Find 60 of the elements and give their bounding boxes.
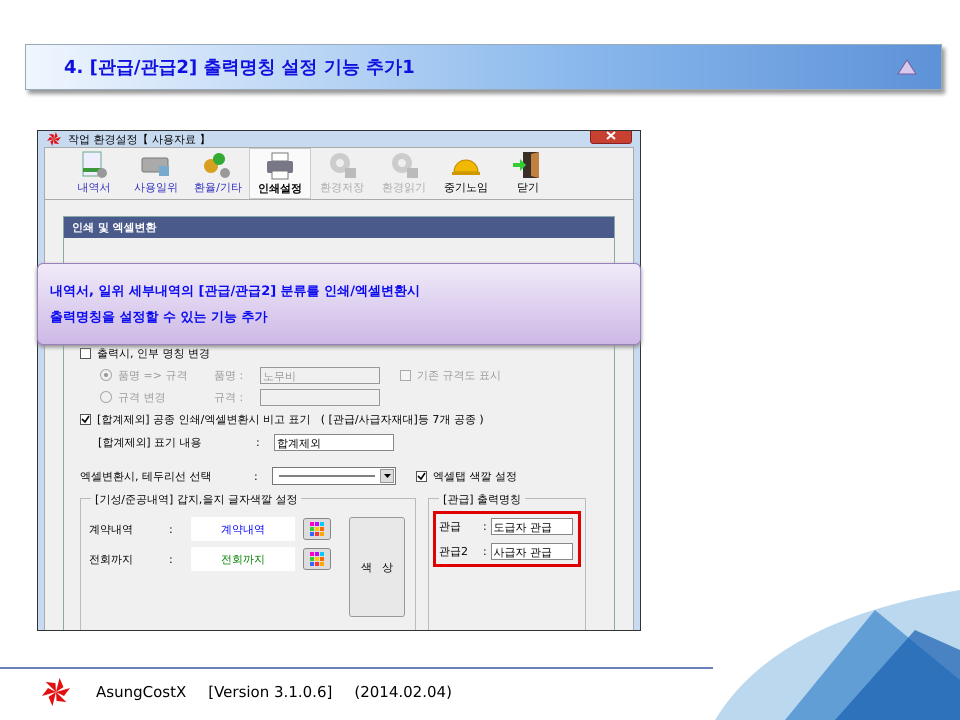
- callout-text: 출력명칭을 설정할 수 있는 기능 추가: [50, 309, 269, 326]
- row-label: 전회까지: [89, 552, 134, 566]
- pinwheel-logo-icon: [40, 676, 72, 708]
- toolbar-button[interactable]: 중기노임: [435, 148, 497, 199]
- checkbox[interactable]: [80, 348, 91, 358]
- row-label: 계약내역: [89, 522, 134, 536]
- toolbar-button[interactable]: 닫기: [497, 148, 559, 199]
- radio-button[interactable]: [100, 369, 112, 381]
- colon-text: :: [169, 552, 174, 566]
- group-title: [관급] 출력명칭: [439, 492, 526, 507]
- color-button[interactable]: 색 상: [349, 517, 405, 617]
- window-title: 작업 환경설정【 사용자료 】: [68, 132, 212, 146]
- color-palette-button[interactable]: [303, 518, 331, 540]
- checkbox-label: 기존 규격도 표시: [417, 368, 501, 382]
- text-field[interactable]: 사급자 관급: [490, 543, 573, 560]
- close-icon: [606, 131, 616, 140]
- radio-label: 규격 변경: [118, 390, 166, 404]
- color-sample-text: 전회까지: [191, 547, 295, 571]
- text-field[interactable]: 합계제외: [274, 434, 394, 450]
- color-palette-button[interactable]: [303, 548, 331, 570]
- line-sample-icon: [277, 474, 377, 478]
- colon-text: :: [483, 545, 487, 558]
- field-label: 품명 :: [214, 368, 244, 382]
- color-grid-icon: [310, 552, 324, 566]
- field-label: [합계제외] 표기 내용: [98, 434, 203, 450]
- checkbox-label: [합계제외] 공종 인쇄/엑셀변환시 비고 표기 ( [관급/사급자재대]등 7개 공종 ): [97, 412, 484, 426]
- version-text: [Version 3.1.0.6]: [208, 683, 332, 701]
- text-field[interactable]: [260, 388, 380, 406]
- colon-text: :: [169, 522, 174, 536]
- text-field[interactable]: 도급자 관급: [490, 518, 573, 535]
- colon-text: :: [254, 470, 259, 482]
- close-button[interactable]: [590, 131, 632, 144]
- checkbox[interactable]: [416, 470, 427, 482]
- toolbar-button[interactable]: 환율/기타: [187, 148, 249, 199]
- toolbar-button[interactable]: 내역서: [63, 148, 125, 199]
- field-label: 규격 :: [214, 390, 244, 404]
- checkbox-label: 엑셀탭 색깔 설정: [433, 468, 517, 484]
- radio-label: 품명 => 규격: [118, 368, 188, 382]
- field-label: 관급: [439, 519, 462, 534]
- color-sample-text: 계약내역: [191, 517, 295, 541]
- colon-text: :: [483, 520, 487, 533]
- date-text: (2014.02.04): [354, 683, 452, 701]
- field-label: 관급2: [439, 544, 469, 559]
- group-title: [기성/준공내역] 갑지,을지 글자색깔 설정: [91, 492, 302, 507]
- field-label: 엑셀변환시, 테두리선 선택: [80, 468, 212, 484]
- radio-button[interactable]: [100, 391, 112, 403]
- callout-text: 내역서, 일위 세부내역의 [관급/관급2] 분류를 인쇄/엑셀변환시: [50, 283, 421, 300]
- product-name: AsungCostX: [96, 683, 186, 701]
- pinwheel-logo-icon: [46, 131, 62, 147]
- checkbox-label: 출력시, 인부 명칭 변경: [97, 346, 210, 360]
- line-style-dropdown[interactable]: [272, 467, 396, 485]
- checkbox[interactable]: [400, 370, 411, 380]
- slide-title: 4. [관급/관급2] 출력명칭 설정 기능 추가1: [64, 56, 415, 79]
- checkbox[interactable]: [80, 414, 91, 424]
- colon-text: :: [256, 436, 261, 448]
- collapse-triangle-icon[interactable]: [897, 59, 917, 75]
- section-header: 인쇄 및 엑셀변환: [64, 217, 614, 238]
- color-grid-icon: [310, 522, 324, 536]
- toolbar-button[interactable]: 인쇄설정: [249, 148, 311, 199]
- toolbar-button[interactable]: 사용일위: [125, 148, 187, 199]
